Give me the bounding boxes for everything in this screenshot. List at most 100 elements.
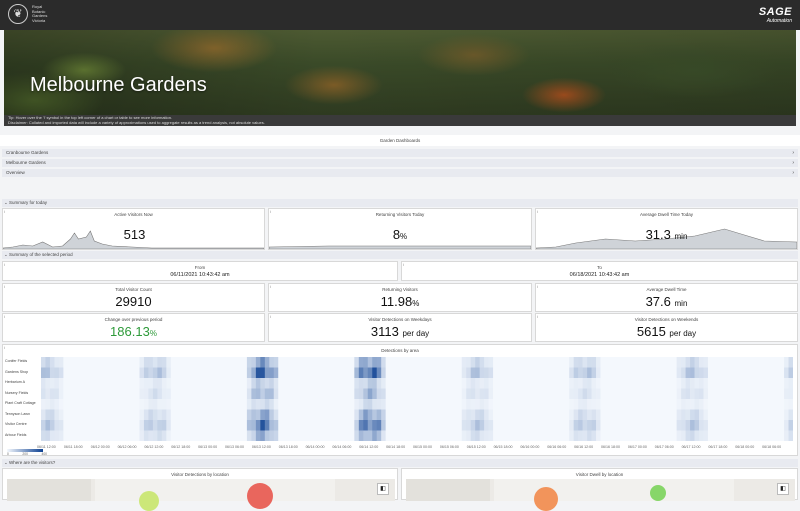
heatmap-cell bbox=[452, 430, 458, 441]
card-title: Active Visitors Now bbox=[114, 212, 153, 217]
heatmap-cell bbox=[685, 420, 691, 431]
heatmap-cell bbox=[358, 409, 364, 420]
heatmap-cell bbox=[672, 378, 677, 389]
heatmap-cell bbox=[202, 357, 207, 368]
heatmap-cell bbox=[188, 367, 194, 378]
card-from-date[interactable]: i From 06/11/2021 10:43:42 am bbox=[2, 261, 398, 281]
heatmap-cell bbox=[170, 409, 176, 420]
heatmap-cell bbox=[45, 420, 51, 431]
layers-icon[interactable]: ◧ bbox=[777, 483, 789, 495]
heatmap-cell bbox=[340, 409, 346, 420]
heatmap-cell bbox=[170, 420, 176, 431]
logo-line: Victoria bbox=[32, 17, 46, 23]
heatmap-cell bbox=[179, 378, 185, 389]
heatmap-cell bbox=[658, 409, 664, 420]
heatmap-cell bbox=[663, 430, 668, 441]
heatmap-cell bbox=[739, 367, 745, 378]
heatmap-cell bbox=[613, 430, 619, 441]
change-period-value: 186.13 bbox=[110, 324, 150, 339]
heatmap-cell bbox=[394, 388, 400, 399]
dwell-today-value: 31.3 bbox=[645, 227, 671, 242]
location-marker[interactable] bbox=[247, 483, 273, 509]
card-title: From bbox=[194, 265, 206, 270]
heatmap-cell bbox=[788, 367, 793, 378]
heatmap-cell bbox=[466, 409, 472, 420]
heatmap-cell bbox=[358, 367, 364, 378]
card-to-date[interactable]: i To 06/18/2021 10:43:42 am bbox=[401, 261, 798, 281]
heatmap-cell bbox=[672, 388, 677, 399]
heatmap-cell bbox=[707, 357, 713, 368]
heatmap-cell bbox=[703, 409, 709, 420]
heatmap-cell bbox=[511, 399, 516, 410]
heatmap-cell bbox=[399, 420, 404, 431]
heatmap-cell bbox=[672, 409, 677, 420]
heatmap-cell bbox=[399, 399, 404, 410]
heatmap-cell bbox=[224, 420, 230, 431]
heatmap-cell bbox=[649, 420, 655, 431]
map-detections[interactable]: ◧ bbox=[7, 479, 395, 511]
heatmap-cell bbox=[779, 367, 785, 378]
heatmap-cell bbox=[511, 409, 516, 420]
heatmap-cell bbox=[519, 388, 525, 399]
heatmap-cell bbox=[363, 367, 369, 378]
heatmap-cell bbox=[779, 420, 785, 431]
heatmap-cell bbox=[636, 378, 642, 389]
card-weekend-detections: i Visitor Detections on Weekends 5615 pe… bbox=[535, 313, 798, 342]
heatmap-cell bbox=[609, 430, 615, 441]
sage-logo[interactable]: SAGE Automation bbox=[759, 7, 792, 25]
map-panel-detections: Visitor Detections by location ◧ bbox=[2, 468, 398, 511]
heatmap-cell bbox=[600, 378, 606, 389]
heatmap-cell bbox=[488, 399, 494, 410]
card-active-visitors: i Active Visitors Now 513 bbox=[2, 208, 265, 250]
location-marker[interactable] bbox=[534, 487, 558, 511]
heatmap-cell bbox=[255, 388, 261, 399]
heatmap-cell bbox=[618, 399, 624, 410]
section-summary-today[interactable]: ⌄ Summary for today bbox=[2, 199, 798, 207]
section-where-visitors[interactable]: ⌄ Where are the visitors? bbox=[2, 459, 798, 467]
heatmap-cell bbox=[90, 399, 96, 410]
section-summary-period[interactable]: ⌄ Summary of the selected period bbox=[2, 251, 798, 259]
heatmap-cell bbox=[681, 430, 686, 441]
heatmap-cell bbox=[242, 388, 248, 399]
rbg-logo[interactable]: ❦ Royal Botanic Gardens Victoria bbox=[8, 4, 47, 24]
heatmap-cell bbox=[484, 388, 489, 399]
heatmap-cell bbox=[121, 357, 127, 368]
nav-item-melbourne[interactable]: Melbourne Gardens › bbox=[2, 159, 798, 167]
heatmap-x-tick: 06/12 12:00 bbox=[144, 445, 164, 449]
heatmap-cell bbox=[282, 378, 288, 389]
heatmap-cell bbox=[448, 378, 454, 389]
heatmap-cell bbox=[645, 367, 651, 378]
layers-icon[interactable]: ◧ bbox=[377, 483, 389, 495]
heatmap-cell bbox=[112, 409, 118, 420]
heatmap-cell bbox=[305, 367, 310, 378]
heatmap-cell bbox=[707, 367, 713, 378]
heatmap-cell bbox=[761, 367, 767, 378]
heatmap-cell bbox=[376, 399, 382, 410]
heatmap-cell bbox=[197, 430, 203, 441]
heatmap-cell bbox=[287, 357, 292, 368]
heatmap-cell bbox=[336, 357, 342, 368]
heatmap-cell bbox=[130, 378, 136, 389]
heatmap-cell bbox=[237, 388, 243, 399]
heatmap-cell bbox=[85, 399, 91, 410]
heatmap-cell bbox=[296, 388, 301, 399]
heatmap-cell bbox=[309, 367, 315, 378]
heatmap-cell bbox=[699, 388, 704, 399]
heatmap-cell bbox=[112, 430, 118, 441]
location-marker[interactable] bbox=[650, 485, 666, 501]
heatmap-cell bbox=[108, 357, 113, 368]
nav-item-cranbourne[interactable]: Cranbourne Gardens › bbox=[2, 149, 798, 157]
heatmap-cell bbox=[524, 420, 530, 431]
heatmap-cell bbox=[475, 420, 480, 431]
map-dwell[interactable]: ◧ bbox=[406, 479, 795, 511]
location-marker[interactable] bbox=[139, 491, 159, 511]
heatmap-chart[interactable] bbox=[41, 357, 793, 443]
heatmap-cell bbox=[264, 388, 270, 399]
heatmap-cell bbox=[484, 399, 489, 410]
heatmap-cell bbox=[730, 357, 736, 368]
nav-item-overview[interactable]: Overview › bbox=[2, 169, 798, 177]
heatmap-cell bbox=[314, 399, 319, 410]
heatmap-cell bbox=[703, 367, 709, 378]
heatmap-cell bbox=[331, 378, 337, 389]
heatmap-cell bbox=[564, 388, 570, 399]
